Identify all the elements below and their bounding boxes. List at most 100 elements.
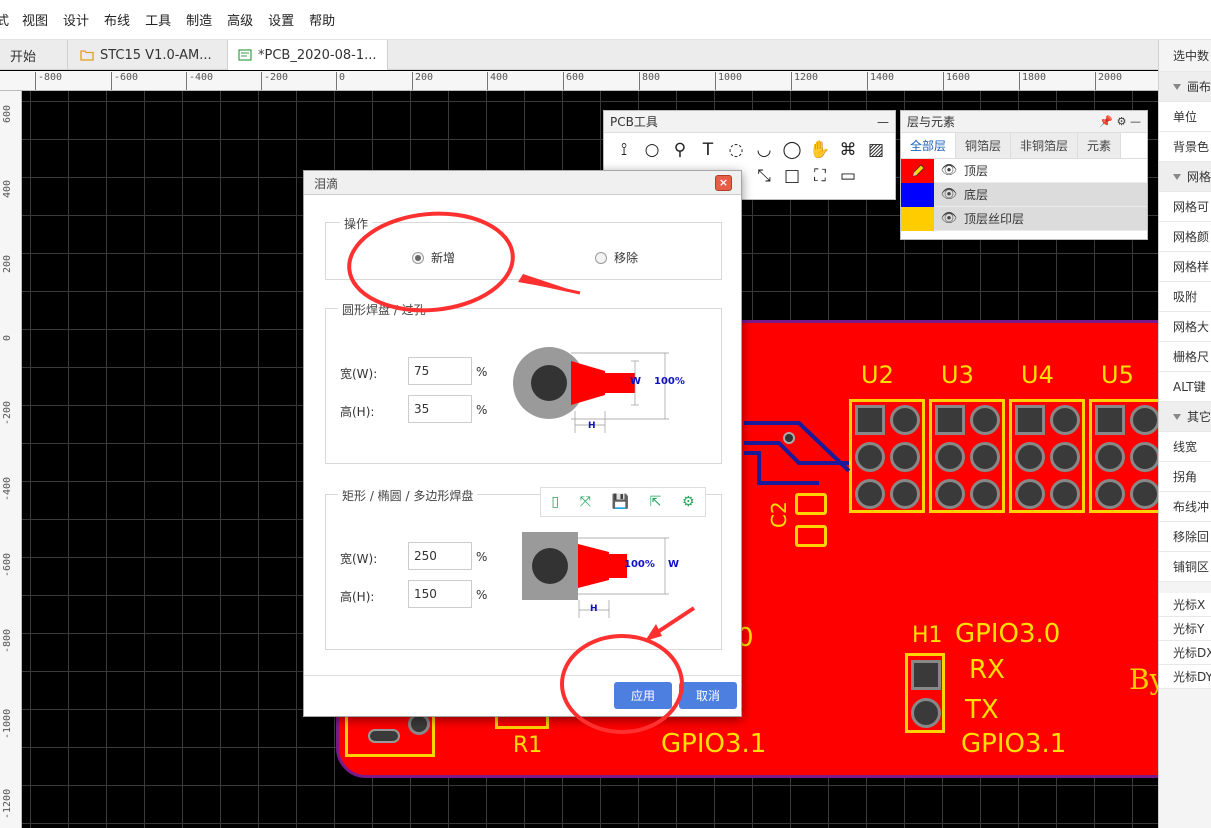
menu-item-fabrication[interactable]: 制造	[186, 10, 212, 29]
arc-tool-icon[interactable]: ◌	[724, 139, 748, 161]
fit-icon[interactable]: ⤧	[580, 494, 591, 510]
save-icon[interactable]: 💾	[612, 494, 629, 510]
apply-button[interactable]: 应用	[614, 682, 672, 709]
layers-header[interactable]: 层与元素 📌 ⚙ —	[901, 111, 1147, 133]
pencil-icon[interactable]	[901, 158, 934, 183]
eye-icon[interactable]: 👁	[934, 163, 964, 178]
silk-tx: TX	[965, 695, 999, 725]
section-other[interactable]: 其它	[1159, 402, 1211, 432]
folder-icon	[80, 50, 94, 61]
ruler-label: 1800	[1018, 72, 1047, 90]
pan-tool-icon[interactable]: ✋	[808, 139, 832, 161]
prop-line-width[interactable]: 线宽	[1159, 432, 1211, 462]
tab-elements[interactable]: 元素	[1078, 133, 1122, 158]
pcb-file-icon	[238, 49, 252, 61]
pin-icon[interactable]: 📌	[1099, 115, 1113, 128]
rect-height-input[interactable]: 150	[408, 580, 472, 608]
copy-icon[interactable]: ▯	[551, 494, 559, 510]
prop-grid-visible[interactable]: 网格可	[1159, 192, 1211, 222]
hole-tool-icon[interactable]: ⌘	[836, 139, 860, 161]
radio-remove[interactable]: 移除	[595, 249, 638, 266]
gear-icon[interactable]: ⚙	[1117, 115, 1127, 128]
eye-icon[interactable]: 👁	[934, 211, 964, 226]
dialog-header[interactable]: 泪滴 ×	[304, 171, 741, 195]
prop-copper-area[interactable]: 铺铜区	[1159, 552, 1211, 582]
arc2-tool-icon[interactable]: ◡	[752, 139, 776, 161]
image-tool-icon[interactable]: ▨	[864, 139, 888, 161]
cursor-dy: 光标DY	[1159, 665, 1211, 689]
menu-item-advanced[interactable]: 高级	[227, 10, 253, 29]
tab-copper-layers[interactable]: 铜箔层	[956, 133, 1012, 158]
prop-routing-conflict[interactable]: 布线冲	[1159, 492, 1211, 522]
prop-grid-style[interactable]: 网格样	[1159, 252, 1211, 282]
measure-tool-icon[interactable]: ⤡	[752, 165, 776, 187]
menu-item-route[interactable]: 布线	[104, 10, 130, 29]
rect-width-input[interactable]: 250	[408, 542, 472, 570]
pad-tool-icon[interactable]: ⚲	[668, 139, 692, 161]
menu-item-tools[interactable]: 工具	[145, 10, 171, 29]
tab-start[interactable]: 开始	[0, 40, 68, 70]
menu-item-help[interactable]: 帮助	[309, 10, 335, 29]
menu-item-style[interactable]: 式	[0, 10, 9, 29]
layer-color-swatch[interactable]	[901, 206, 934, 231]
eye-icon[interactable]: 👁	[934, 187, 964, 202]
ruler-label: -1000	[2, 708, 13, 739]
tab-non-copper-layers[interactable]: 非铜箔层	[1011, 133, 1079, 158]
radio-add[interactable]: 新增	[412, 249, 455, 266]
layer-name: 底层	[964, 188, 989, 202]
layer-color-swatch[interactable]	[901, 182, 934, 207]
header-u3[interactable]	[929, 399, 1005, 513]
header-u2[interactable]	[849, 399, 925, 513]
capacitor-c2[interactable]	[795, 493, 827, 549]
minimize-icon[interactable]: —	[877, 115, 889, 129]
prop-grid-size[interactable]: 网格大	[1159, 312, 1211, 342]
ruler-label: -600	[2, 552, 13, 577]
text-tool-icon[interactable]: T	[696, 139, 720, 161]
layer-row-top-silk[interactable]: 👁 顶层丝印层	[901, 206, 1147, 231]
wire-tool-icon[interactable]: ⟟	[612, 139, 636, 161]
section-canvas[interactable]: 画布	[1159, 72, 1211, 102]
prop-corner[interactable]: 拐角	[1159, 462, 1211, 492]
pcb-tools-header[interactable]: PCB工具 —	[604, 111, 895, 133]
prop-snap-size[interactable]: 栅格尺	[1159, 342, 1211, 372]
round-width-input[interactable]: 75	[408, 357, 472, 385]
switch-footprint[interactable]	[345, 711, 435, 757]
prop-units[interactable]: 单位	[1159, 102, 1211, 132]
tab-bar: 开始 STC15 V1.0-AM... *PCB_2020-08-1...	[0, 40, 1158, 70]
menu-item-design[interactable]: 设计	[63, 10, 89, 29]
rect-pad-legend: 矩形 / 椭圆 / 多边形焊盘	[338, 487, 478, 504]
prop-grid-color[interactable]: 网格颜	[1159, 222, 1211, 252]
settings-icon[interactable]: ⚙	[682, 494, 695, 510]
via-tool-icon[interactable]: ○	[640, 139, 664, 161]
ruler-label: 0	[335, 72, 346, 90]
round-height-input[interactable]: 35	[408, 395, 472, 423]
export-icon[interactable]: ⇱	[650, 494, 662, 510]
header-u4[interactable]	[1009, 399, 1085, 513]
minimize-icon[interactable]: —	[1130, 115, 1141, 128]
menu-item-view[interactable]: 视图	[22, 10, 48, 29]
prop-background[interactable]: 背景色	[1159, 132, 1211, 162]
silk-h1: H1	[912, 623, 943, 648]
header-h1[interactable]	[905, 653, 945, 733]
layer-row-bottom[interactable]: 👁 底层	[901, 182, 1147, 207]
canvas-tool-icon[interactable]: ▭	[836, 165, 860, 187]
round-pad-legend: 圆形焊盘 / 过孔	[338, 301, 430, 318]
menu-item-settings[interactable]: 设置	[268, 10, 294, 29]
prop-remove-loop[interactable]: 移除回	[1159, 522, 1211, 552]
layer-row-top[interactable]: 👁 顶层	[901, 158, 1147, 183]
header-u5[interactable]	[1089, 399, 1165, 513]
properties-panel: 选中数 画布 单位 背景色 网格 网格可 网格颜 网格样 吸附 网格大 栅格尺 …	[1158, 40, 1211, 828]
ruler-label: 400	[2, 179, 13, 198]
circle-tool-icon[interactable]: ◯	[780, 139, 804, 161]
tab-pcb[interactable]: *PCB_2020-08-1...	[228, 40, 388, 70]
rect-tool-icon[interactable]: □	[780, 165, 804, 187]
tab-schematic[interactable]: STC15 V1.0-AM...	[68, 40, 228, 70]
close-icon[interactable]: ×	[715, 175, 732, 191]
select-tool-icon[interactable]: ⛶	[808, 165, 832, 187]
cancel-button[interactable]: 取消	[679, 682, 737, 709]
prop-alt-key[interactable]: ALT键	[1159, 372, 1211, 402]
tab-all-layers[interactable]: 全部层	[901, 133, 957, 158]
prop-snap[interactable]: 吸附	[1159, 282, 1211, 312]
horizontal-ruler: -800 -600 -400 -200 0 200 400 600 800 10…	[0, 71, 1158, 91]
section-grid[interactable]: 网格	[1159, 162, 1211, 192]
